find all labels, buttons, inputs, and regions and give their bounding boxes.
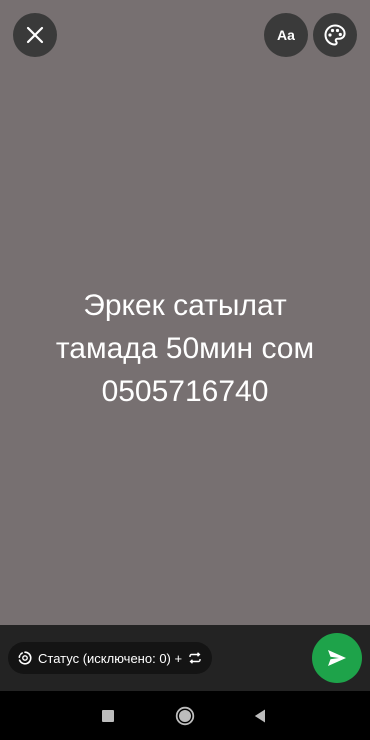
composer-footer: Статус (исключено: 0) + (0, 625, 370, 691)
send-icon (326, 648, 348, 668)
system-navigation-bar (0, 691, 370, 740)
home-icon (175, 706, 195, 726)
status-text-line-1: Эркек сатылат (83, 289, 287, 322)
palette-icon (323, 23, 347, 47)
status-composer-screen: Aa Эркек сатылат тамада 50мин сом 050571… (0, 0, 370, 740)
repeat-icon (188, 651, 202, 665)
home-button[interactable] (172, 703, 198, 729)
send-button[interactable] (312, 633, 362, 683)
close-button[interactable] (13, 13, 57, 57)
font-style-label: Aa (277, 27, 295, 43)
back-button[interactable] (247, 703, 273, 729)
status-privacy-label: Статус (исключено: 0) + (38, 650, 183, 666)
status-text-line-2: тамада 50мин сом (55, 332, 315, 365)
close-icon (26, 26, 44, 44)
back-icon (254, 709, 266, 723)
recent-apps-button[interactable] (95, 703, 121, 729)
recent-apps-icon (102, 710, 114, 722)
status-privacy-chip[interactable]: Статус (исключено: 0) + (8, 642, 213, 674)
status-text-line-3: 0505716740 (101, 375, 269, 408)
font-style-button[interactable]: Aa (264, 13, 308, 57)
background-color-button[interactable] (313, 13, 357, 57)
status-text[interactable]: Эркек сатылат тамада 50мин сом 050571674… (0, 284, 370, 413)
status-ring-icon (18, 651, 32, 665)
